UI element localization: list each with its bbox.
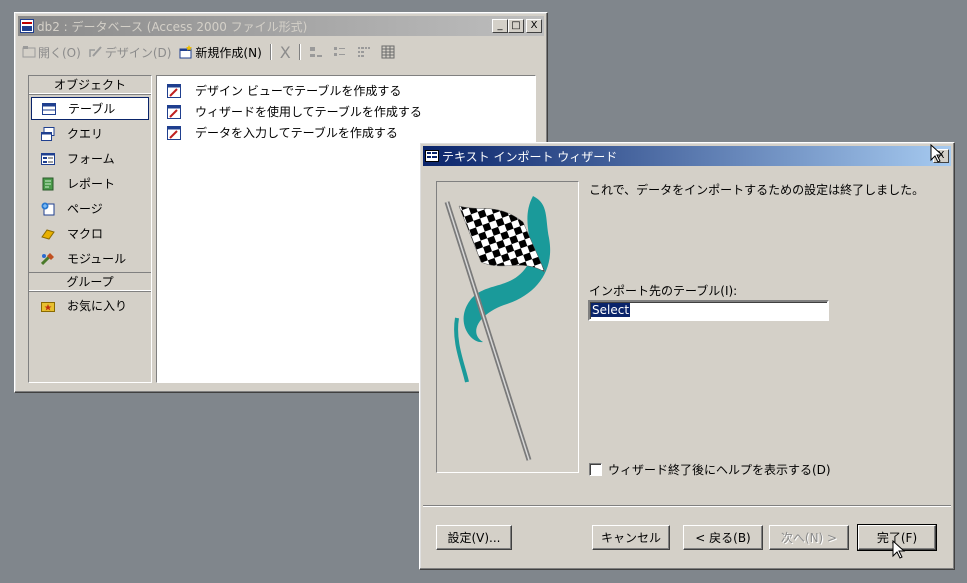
favorites-icon	[41, 301, 55, 312]
object-reports[interactable]: レポート	[31, 172, 149, 195]
access-icon	[20, 19, 34, 33]
import-wizard-dialog: テキスト インポート ウィザード X これで、データをインポートするための設定は…	[419, 142, 955, 570]
large-icons-icon	[309, 47, 322, 57]
show-help-label: ウィザード終了後にヘルプを表示する(D)	[608, 463, 831, 477]
delete-button[interactable]: X	[276, 43, 295, 62]
objects-header[interactable]: オブジェクト	[29, 76, 151, 95]
show-help-checkbox[interactable]: ウィザード終了後にヘルプを表示する(D)	[589, 461, 831, 478]
maximize-button[interactable]: □	[508, 19, 524, 33]
delete-icon: X	[279, 42, 291, 62]
open-icon	[22, 46, 36, 58]
small-icons-icon	[333, 47, 345, 56]
details-icon	[381, 45, 395, 59]
objects-bar: オブジェクト テーブル クエリ フォーム レポート ページ マクロ モジュール	[28, 75, 152, 383]
object-label: フォーム	[67, 152, 115, 166]
minimize-button[interactable]: _	[492, 19, 508, 33]
import-table-label: インポート先のテーブル(I):	[589, 284, 738, 298]
object-label: レポート	[67, 177, 116, 191]
page-icon	[41, 202, 55, 215]
design-icon	[89, 46, 102, 57]
list-item[interactable]: ウィザードを使用してテーブルを作成する	[157, 101, 535, 122]
wizard-divider	[423, 505, 951, 507]
table-icon	[42, 102, 56, 115]
wizard-close-button[interactable]: X	[933, 149, 949, 163]
details-view-button[interactable]	[377, 45, 401, 59]
wizard-message: これで、データをインポートするための設定は終了しました。	[589, 183, 925, 197]
report-icon	[42, 177, 54, 190]
list-item[interactable]: デザイン ビューでテーブルを作成する	[157, 80, 535, 101]
object-label: クエリ	[67, 127, 104, 141]
group-favorites[interactable]: お気に入り	[31, 294, 149, 317]
close-button[interactable]: X	[526, 19, 542, 33]
wizard-title-icon	[425, 150, 439, 162]
import-table-value: Select	[591, 303, 631, 317]
object-forms[interactable]: フォーム	[31, 147, 149, 170]
settings-button[interactable]: 設定(V)...	[436, 525, 512, 550]
create-table-data-icon	[167, 125, 181, 140]
macro-icon	[41, 228, 55, 240]
object-modules[interactable]: モジュール	[31, 247, 149, 270]
open-button[interactable]: 開く(O)	[18, 44, 85, 61]
db-window-title: db2 : データベース (Access 2000 ファイル形式)	[37, 19, 308, 34]
form-icon	[41, 152, 55, 165]
next-button[interactable]: 次へ(N) >	[769, 525, 849, 550]
object-label: モジュール	[67, 252, 127, 266]
object-pages[interactable]: ページ	[31, 197, 149, 220]
cancel-button[interactable]: キャンセル	[592, 525, 670, 550]
toolbar-separator	[269, 44, 272, 60]
module-icon	[41, 252, 54, 265]
group-label: お気に入り	[67, 299, 128, 313]
back-button[interactable]: < 戻る(B)	[683, 525, 763, 550]
object-queries[interactable]: クエリ	[31, 122, 149, 145]
object-macros[interactable]: マクロ	[31, 222, 149, 245]
list-item[interactable]: データを入力してテーブルを作成する	[157, 122, 535, 143]
small-icons-button[interactable]	[329, 45, 353, 59]
db-titlebar[interactable]: db2 : データベース (Access 2000 ファイル形式) _ □ X	[18, 16, 544, 36]
wizard-titlebar[interactable]: テキスト インポート ウィザード X	[423, 146, 951, 166]
db-toolbar: 開く(O) デザイン(D) 新規作成(N) X	[18, 39, 544, 65]
new-object-icon	[179, 45, 193, 59]
checkered-flag-icon	[444, 196, 551, 461]
new-button[interactable]: 新規作成(N)	[175, 44, 265, 61]
finish-button[interactable]: 完了(F)	[857, 524, 937, 551]
import-table-input[interactable]: Select	[588, 300, 829, 321]
list-item-label: ウィザードを使用してテーブルを作成する	[195, 105, 422, 119]
design-button[interactable]: デザイン(D)	[85, 44, 176, 61]
list-view-button[interactable]	[353, 45, 377, 59]
list-item-label: データを入力してテーブルを作成する	[195, 126, 398, 140]
list-item-label: デザイン ビューでテーブルを作成する	[195, 84, 402, 98]
toolbar-separator	[298, 44, 301, 60]
design-label: デザイン(D)	[104, 45, 172, 60]
object-label: マクロ	[67, 227, 104, 241]
list-icon	[357, 47, 370, 57]
query-icon	[41, 126, 55, 141]
object-label: テーブル	[68, 102, 116, 116]
create-table-icon	[167, 83, 181, 98]
wizard-title: テキスト インポート ウィザード	[442, 149, 618, 164]
create-table-wizard-icon	[167, 104, 181, 119]
open-label: 開く(O)	[38, 45, 81, 60]
groups-header[interactable]: グループ	[29, 272, 151, 292]
new-label: 新規作成(N)	[195, 45, 262, 60]
large-icons-button[interactable]	[305, 45, 329, 59]
wizard-image-panel	[436, 181, 579, 473]
checkbox-box[interactable]	[589, 463, 602, 476]
object-label: ページ	[67, 202, 103, 216]
object-tables[interactable]: テーブル	[31, 97, 149, 120]
